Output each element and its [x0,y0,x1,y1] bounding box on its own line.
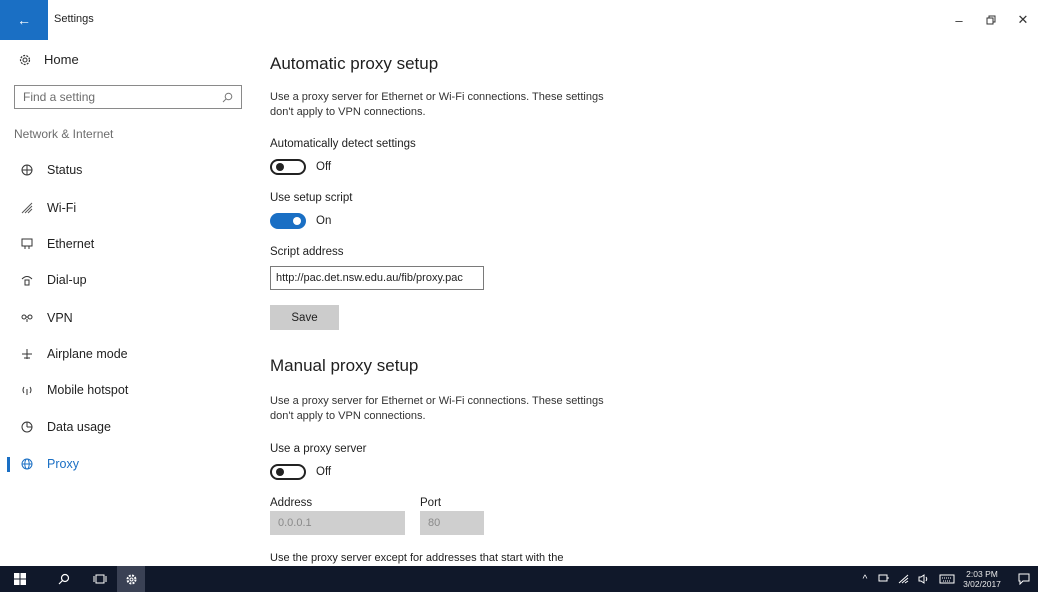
nav-home[interactable]: Home [18,52,79,67]
search-icon [222,92,233,102]
proxy-port-input[interactable]: 80 [420,511,484,535]
title-bar: ← Settings – ✕ [0,0,1038,40]
proxy-address-input[interactable]: 0.0.0.1 [270,511,405,535]
sidebar-item-hotspot[interactable]: Mobile hotspot [0,377,258,403]
minimize-button[interactable]: – [944,10,974,30]
minimize-icon: – [955,12,963,28]
toggle-track [270,159,306,175]
action-center-button[interactable] [1014,566,1034,592]
detect-settings-toggle[interactable]: Off [270,159,331,175]
sidebar-item-data-usage[interactable]: Data usage [0,414,258,440]
home-label: Home [44,52,79,67]
close-icon: ✕ [1017,12,1029,27]
auto-proxy-description: Use a proxy server for Ethernet or Wi-Fi… [270,91,604,118]
volume-icon [918,574,928,584]
toggle-state: On [316,215,332,227]
sidebar-item-vpn[interactable]: VPN [0,305,258,331]
keyboard-icon [939,574,955,584]
port-label: Port [420,497,442,509]
search-input[interactable]: Find a setting [14,85,242,109]
detect-settings-label: Automatically detect settings [270,138,416,150]
wifi-tray-button[interactable] [896,566,912,592]
sidebar-item-proxy[interactable]: Proxy [0,451,258,477]
toggle-state: Off [316,161,332,173]
exceptions-description: Use the proxy server except for addresse… [270,552,564,564]
use-proxy-toggle[interactable]: Off [270,464,331,480]
search-placeholder: Find a setting [23,90,96,104]
settings-taskbar-button[interactable] [117,566,145,592]
ethernet-icon [20,238,34,250]
task-view-button[interactable] [86,566,114,592]
volume-tray-button[interactable] [916,566,932,592]
setup-script-toggle[interactable]: On [270,213,331,229]
toggle-knob [276,468,284,476]
restore-icon [986,15,996,25]
keyboard-tray-button[interactable] [936,566,958,592]
setup-script-label: Use setup script [270,192,353,204]
data-usage-icon [20,421,34,433]
hotspot-icon [20,384,34,396]
taskbar-clock[interactable]: 2:03 PM 3/02/2017 [962,569,1002,589]
sidebar-item-dialup[interactable]: Dial-up [0,267,258,293]
sidebar-item-status[interactable]: Status [0,157,258,183]
sidebar-item-wifi[interactable]: Wi-Fi [0,195,258,221]
script-address-label: Script address [270,246,344,258]
globe-icon [20,458,34,470]
network-tray-button[interactable] [876,566,892,592]
taskbar: ^ 2:03 PM 3/02/2017 [0,566,1038,592]
toggle-knob [293,217,301,225]
sidebar-item-label: Wi-Fi [47,201,77,215]
start-button[interactable] [6,566,34,592]
use-proxy-label: Use a proxy server [270,443,367,455]
sidebar-item-label: Proxy [47,457,79,471]
section-label: Network & Internet [14,127,114,141]
show-hidden-icons-button[interactable]: ^ [858,566,872,592]
manual-proxy-heading: Manual proxy setup [270,356,419,375]
script-address-input[interactable]: http://pac.det.nsw.edu.au/fib/proxy.pac [270,266,484,290]
network-icon [878,574,889,582]
windows-logo-icon [14,573,26,585]
address-label: Address [270,497,313,509]
gear-icon [19,54,31,65]
chevron-up-icon: ^ [862,573,868,585]
sidebar-item-label: Status [47,163,83,177]
manual-proxy-description: Use a proxy server for Ethernet or Wi-Fi… [270,395,604,422]
task-view-icon [93,574,107,584]
clock-date: 3/02/2017 [963,579,1001,589]
back-arrow-icon: ← [17,12,31,28]
vpn-icon [20,312,34,324]
window-title: Settings [54,13,94,25]
toggle-state: Off [316,466,332,478]
airplane-icon [20,348,34,360]
sidebar-item-airplane[interactable]: Airplane mode [0,341,258,367]
sidebar-item-label: Airplane mode [47,347,128,361]
auto-proxy-heading: Automatic proxy setup [270,54,439,73]
gear-icon [126,574,136,584]
wifi-icon [898,574,909,584]
search-taskbar-button[interactable] [50,566,78,592]
globe-status-icon [20,164,34,176]
notification-icon [1018,573,1030,585]
sidebar-item-label: VPN [47,311,73,325]
active-indicator [7,457,10,472]
dialup-icon [20,274,34,286]
close-button[interactable]: ✕ [1008,10,1038,30]
sidebar-item-label: Data usage [47,420,111,434]
back-button[interactable]: ← [0,0,48,40]
sidebar-item-label: Dial-up [47,273,87,287]
sidebar-item-label: Mobile hotspot [47,383,129,397]
search-icon [58,573,70,585]
save-button[interactable]: Save [270,305,339,330]
restore-button[interactable] [976,10,1006,30]
sidebar-item-label: Ethernet [47,237,95,251]
toggle-track [270,213,306,229]
toggle-knob [276,163,284,171]
sidebar-item-ethernet[interactable]: Ethernet [0,231,258,257]
clock-time: 2:03 PM [966,569,998,579]
toggle-track [270,464,306,480]
wifi-icon [20,202,34,214]
